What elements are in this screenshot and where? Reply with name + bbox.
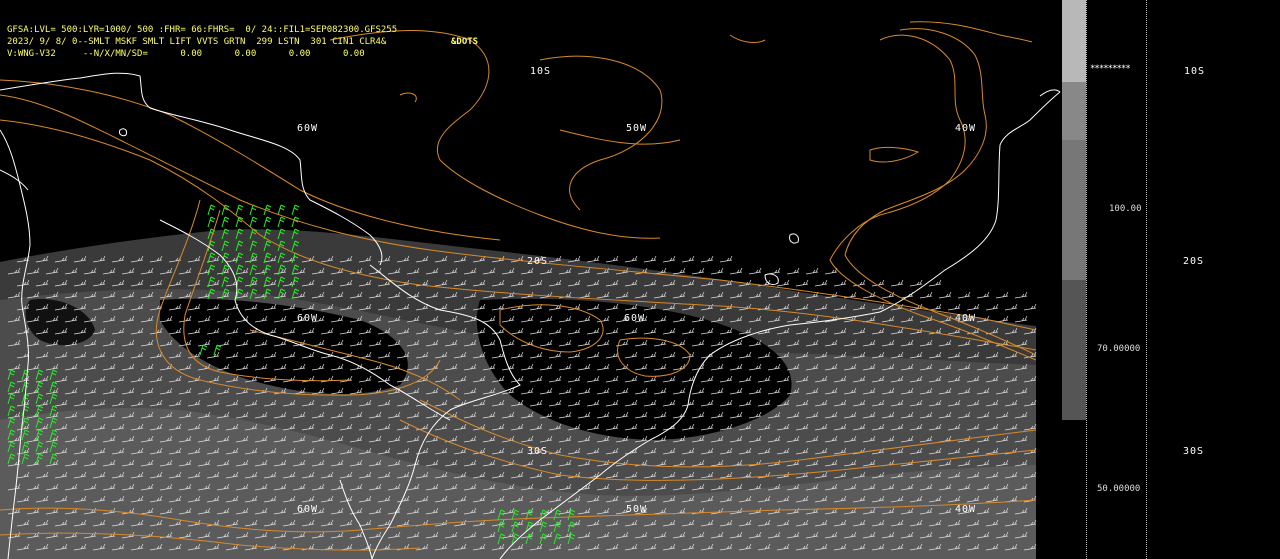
wind-barb [976,291,990,299]
wind-barb [938,291,952,299]
wind-barb [1014,315,1028,323]
wind-barb [805,267,819,275]
colorbar-highlight [1062,0,1086,82]
border-misc-2 [0,169,29,191]
divider-line-right [1146,0,1147,559]
wind-barb [748,267,762,275]
wind-barb [928,303,942,311]
colorbar-label-50: 50.00000 [1097,484,1141,494]
wind-barb [824,267,838,275]
lon-label-40w-bottom: 40W [955,504,977,515]
contour-line-21 [559,129,681,145]
wind-barb-highlight [235,204,244,216]
wind-barb-highlight [263,216,272,228]
side-lat-label-20s: 20S [1183,256,1205,267]
wind-barb-highlight [291,204,300,216]
lon-label-60w-mid-2: 60W [624,313,646,324]
wind-barb-highlight [221,216,230,228]
lat-label-10s: 10S [530,66,552,77]
lon-label-60w-top: 60W [297,123,319,134]
wind-barb [662,255,676,263]
header-line-2: 2023/ 9/ 8/ 0--SMLT MSKF SMLT LIFT VVTS … [7,37,387,47]
wind-barb [729,267,743,275]
island-1 [789,233,799,244]
side-lat-label-10s: 10S [1184,66,1206,77]
wind-barb-highlight [221,204,230,216]
lon-label-40w-mid: 40W [955,313,977,324]
wind-barb [852,279,866,287]
wind-barb-highlight [207,216,216,228]
wind-barb [586,255,600,263]
wind-barb [947,303,961,311]
colorbar-label-70: 70.00000 [1097,344,1141,354]
lon-label-60w-mid: 60W [297,313,319,324]
wind-barb [1014,291,1028,299]
wind-barb [767,267,781,275]
wind-barb [681,255,695,263]
wind-barb [995,291,1009,299]
wind-barb [643,255,657,263]
wind-barb [691,267,705,275]
island-3 [119,128,127,137]
divider-line-left [1086,0,1087,559]
wind-barb [1023,303,1037,311]
wind-barb [919,291,933,299]
colorbar-block-100 [1062,140,1086,280]
contour-line-3 [0,79,501,241]
colorbar-label-100: 100.00 [1109,204,1142,214]
wind-barb-highlight [207,204,216,216]
contour-line-20 [399,92,417,103]
shaded-region [0,229,1036,559]
wind-barb [624,255,638,263]
wind-barb [957,291,971,299]
lat-label-30s: 30S [527,446,549,457]
contour-line-4 [329,30,661,239]
wind-barb [719,255,733,263]
lon-label-50w-bottom: 50W [626,504,648,515]
wind-barb [814,279,828,287]
wind-barb [966,303,980,311]
wind-barb [833,279,847,287]
lon-label-50w-top: 50W [626,123,648,134]
header-line-3: V:WNG-V32 --N/X/MN/SD= 0.00 0.00 0.00 0.… [7,49,365,59]
contour-line-8 [909,21,1033,43]
contour-line-18 [869,146,920,163]
map-canvas[interactable] [0,0,1062,559]
lon-label-40w-top: 40W [955,123,977,134]
contour-line-19 [729,34,766,43]
colorbar-block-70 [1062,280,1086,420]
wind-barb [909,279,923,287]
side-lat-label-30s: 30S [1183,446,1205,457]
wind-barb-highlight [277,216,286,228]
dots-label: &DOTS [451,37,479,47]
map-panel[interactable]: GFSA:LVL= 500:LYR=1000/ 500 :FHR= 66:FHR… [0,0,1062,559]
island-2 [764,273,779,286]
wind-barb [795,279,809,287]
wind-barb-highlight [249,216,258,228]
wind-barb [1004,303,1018,311]
wind-barb-highlight [291,216,300,228]
wind-barb-highlight [277,204,286,216]
wind-barb [890,279,904,287]
wind-barb [605,255,619,263]
wind-barb [710,267,724,275]
lon-label-60w-bottom: 60W [297,504,319,515]
wind-barb [700,255,714,263]
lat-label-20s: 20S [527,256,549,267]
colorbar-panel: 100.00 70.00000 50.00000 [1062,0,1280,559]
header-line-1: GFSA:LVL= 500:LYR=1000/ 500 :FHR= 66:FHR… [7,25,398,35]
wind-barb [786,267,800,275]
wind-barb [985,303,999,311]
stars-marker: ********* [1090,64,1131,74]
